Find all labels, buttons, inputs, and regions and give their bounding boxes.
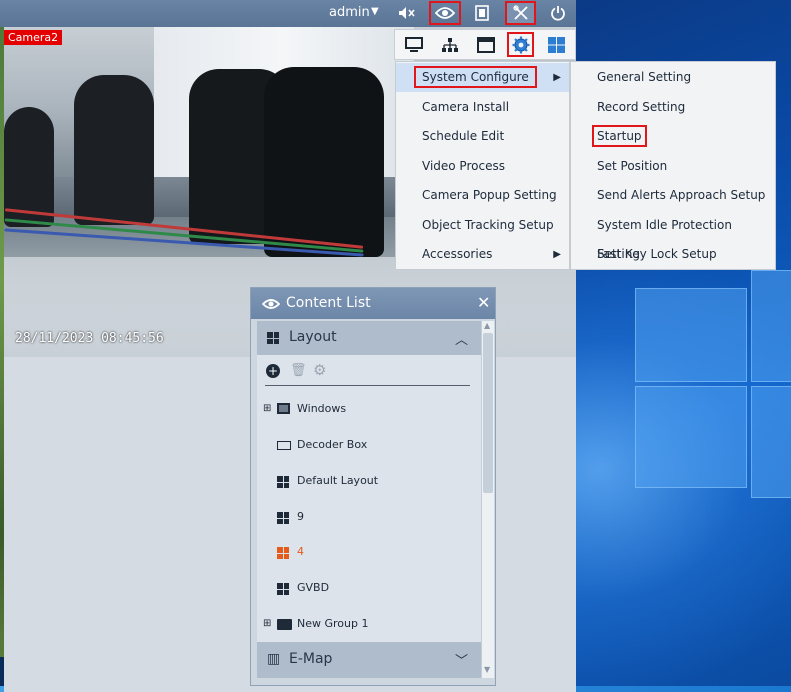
tree-item-windows[interactable]: ⊞ Windows (257, 397, 481, 421)
windows-logo-icon (548, 36, 565, 53)
tree-item-new-group-1[interactable]: ⊞ New Group 1 (257, 612, 481, 636)
add-circle-icon[interactable]: + (266, 364, 280, 378)
submenu-item-system-idle-protection[interactable]: System Idle Protection Setting (571, 211, 775, 261)
tree-item-label: 4 (297, 545, 304, 558)
menu-item-video-process[interactable]: Video Process (396, 152, 569, 181)
layout-grid-icon (277, 583, 289, 595)
panel-header[interactable]: Content List ✕ (251, 288, 495, 319)
tree-item-gvbd[interactable]: GVBD (257, 576, 481, 600)
tree-item-label: 9 (297, 510, 304, 523)
tree-item-layout-9[interactable]: 9 (257, 505, 481, 529)
film-icon (475, 5, 489, 21)
playback-button[interactable] (468, 1, 496, 25)
trash-icon[interactable]: 🗑 (290, 363, 307, 378)
emap-section-header[interactable]: ▥ E-Map ﹀ (257, 642, 481, 678)
expand-icon[interactable]: ⊞ (263, 397, 271, 421)
submenu-item-startup[interactable]: Startup (571, 122, 775, 151)
submenu-item-general-setting[interactable]: General Setting (571, 63, 775, 92)
menu-item-camera-popup-setting[interactable]: Camera Popup Setting (396, 181, 569, 210)
eye-icon (262, 299, 280, 309)
tree-item-default-layout[interactable]: Default Layout (257, 469, 481, 493)
live-view-button[interactable] (429, 1, 461, 25)
menu-item-schedule-edit[interactable]: Schedule Edit (396, 122, 569, 151)
system-settings-button[interactable] (507, 32, 534, 57)
layout-grid-icon (277, 547, 289, 559)
user-dropdown-icon[interactable]: ▼ (371, 6, 379, 17)
tree-item-label: GVBD (297, 581, 330, 594)
submenu-item-fast-key-lock[interactable]: Fast Key Lock Setup (571, 240, 775, 269)
menu-item-label: System Configure (414, 66, 537, 88)
tree-item-decoder-box[interactable]: Decoder Box (257, 433, 481, 457)
menu-item-system-configure[interactable]: System Configure ▶ (396, 63, 569, 92)
menu-item-camera-install[interactable]: Camera Install (396, 93, 569, 122)
close-icon[interactable]: ✕ (477, 293, 490, 312)
camera-label: Camera2 (4, 30, 63, 45)
speaker-mute-icon (399, 7, 415, 19)
chevron-right-icon: ▶ (553, 72, 561, 83)
submenu-item-send-alerts-approach[interactable]: Send Alerts Approach Setup (571, 181, 775, 210)
layout-icon (267, 332, 279, 344)
panel-title: Content List (286, 295, 371, 311)
scroll-down-icon[interactable]: ▼ (484, 665, 490, 674)
emap-section-title: E-Map (289, 651, 333, 667)
chevron-up-icon[interactable]: ︿ (455, 329, 468, 348)
menu-item-accessories[interactable]: Accessories ▶ (396, 240, 569, 269)
gear-icon (512, 36, 529, 53)
window-icon (277, 403, 290, 414)
window-icon (476, 36, 495, 53)
vms-app-window: admin ▼ Camera2 28/11/2023 08:45:56 Syst… (0, 0, 776, 692)
menu-item-label: Accessories (422, 247, 493, 261)
tree-item-label: Decoder Box (297, 438, 368, 451)
folder-icon (277, 619, 292, 630)
layout-tree: + 🗑 ⚙ ⊞ Windows Decoder Box Default Layo… (257, 355, 481, 642)
window-button[interactable] (473, 32, 498, 57)
tree-item-label: Windows (297, 402, 347, 415)
monitor-button[interactable] (401, 32, 426, 57)
map-icon: ▥ (267, 651, 281, 667)
submenu-item-set-position[interactable]: Set Position (571, 152, 775, 181)
video-timestamp: 28/11/2023 08:45:56 (15, 331, 164, 346)
power-button[interactable] (544, 1, 572, 25)
tree-item-label: New Group 1 (297, 617, 369, 630)
settings-toolbar (394, 29, 576, 60)
scroll-up-icon[interactable]: ▲ (484, 321, 490, 330)
chevron-down-icon[interactable]: ﹀ (455, 650, 468, 669)
layout-section-header[interactable]: Layout ︿ (257, 321, 481, 355)
layout-grid-icon (277, 512, 289, 524)
network-icon (441, 37, 458, 52)
layout-section-title: Layout (289, 329, 337, 345)
menu-item-object-tracking-setup[interactable]: Object Tracking Setup (396, 211, 569, 240)
tools-icon (512, 5, 528, 20)
monitor-icon (404, 36, 423, 52)
mute-button[interactable] (393, 1, 421, 25)
eye-icon (435, 7, 455, 19)
settings-menu: System Configure ▶ Camera Install Schedu… (395, 61, 570, 270)
decoder-box-icon (277, 441, 291, 450)
system-configure-submenu: General Setting Record Setting Startup S… (570, 61, 776, 270)
tree-item-layout-4[interactable]: 4 (257, 540, 481, 564)
network-button[interactable] (437, 32, 462, 57)
user-name[interactable]: admin (329, 5, 370, 20)
tools-button[interactable] (505, 1, 536, 25)
windows-layout-button[interactable] (544, 32, 569, 57)
content-list-panel: Content List ✕ Layout ︿ + 🗑 ⚙ ⊞ Windows … (250, 287, 496, 686)
panel-scrollbar[interactable]: ▲ ▼ (481, 321, 494, 678)
divider (265, 385, 470, 386)
tree-item-label: Default Layout (297, 474, 379, 487)
top-toolbar: admin ▼ (0, 0, 576, 28)
expand-icon[interactable]: ⊞ (263, 612, 271, 636)
power-icon (551, 6, 565, 21)
submenu-item-record-setting[interactable]: Record Setting (571, 93, 775, 122)
scroll-thumb[interactable] (483, 333, 493, 493)
gear-icon[interactable]: ⚙ (313, 361, 326, 379)
submenu-item-label: Startup (592, 125, 647, 147)
chevron-right-icon: ▶ (553, 249, 561, 260)
layout-grid-icon (277, 476, 289, 488)
